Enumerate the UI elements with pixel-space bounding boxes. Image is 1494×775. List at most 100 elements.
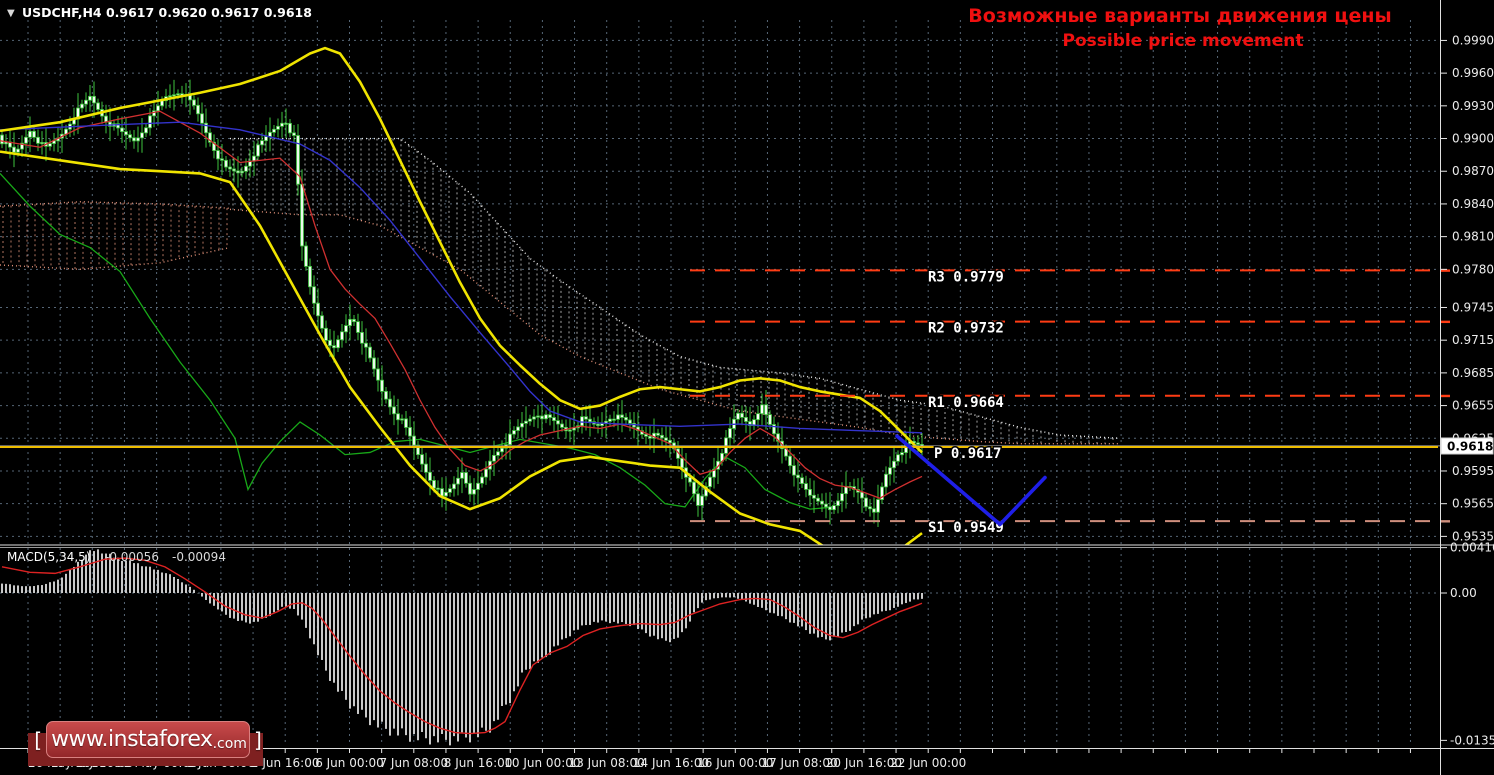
- candle-body: [520, 422, 524, 428]
- candle-body: [508, 433, 512, 446]
- pane-borders: [0, 0, 1494, 775]
- watermark-tld: .com: [212, 736, 247, 752]
- scale-mark-r1: [1441, 394, 1450, 398]
- candle-body: [256, 144, 260, 157]
- candle-body: [916, 442, 920, 445]
- candle-body: [616, 414, 620, 420]
- candle-body: [40, 142, 44, 145]
- candle-body: [400, 418, 404, 421]
- candle-body: [92, 95, 96, 104]
- candle-body: [696, 493, 700, 506]
- candle-body: [144, 127, 148, 134]
- candle-body: [172, 94, 176, 97]
- instaforex-watermark[interactable]: [ www.instaforex .com ]: [28, 721, 268, 771]
- candle-body: [484, 468, 488, 478]
- candle-body: [516, 426, 520, 431]
- candle-body: [408, 427, 412, 437]
- candle-body: [124, 131, 128, 136]
- pivot-label-r3: R3 0.9779: [928, 269, 1004, 285]
- candle-body: [628, 419, 632, 424]
- candle-body: [308, 265, 312, 288]
- price-tick-label: 0.9870: [1452, 164, 1494, 178]
- watermark-bracket-right: ]: [253, 727, 262, 752]
- candle-body: [816, 497, 820, 502]
- watermark-bracket-left: [: [34, 727, 43, 752]
- candle-body: [364, 342, 368, 348]
- watermark-domain: www.instaforex: [51, 727, 213, 752]
- candle-body: [344, 325, 348, 333]
- candle-body: [368, 346, 372, 359]
- time-axis-label: 22 Jun 00:00: [890, 756, 966, 770]
- candle-body: [668, 439, 672, 444]
- candlesticks: [0, 79, 924, 528]
- candle-body: [808, 489, 812, 496]
- candle-body: [512, 430, 516, 435]
- candle-body: [544, 414, 548, 420]
- candle-body: [656, 432, 660, 436]
- candle-body: [32, 130, 36, 138]
- macd-value-1: -0.00056: [105, 550, 159, 564]
- candle-body: [788, 455, 792, 467]
- candle-body: [380, 379, 384, 392]
- mt4-chart-window: R3 0.9779 R2 0.9732 R1 0.9664 P 0.9617 S1 0.…: [0, 0, 1494, 775]
- time-axis-label: 8 Jun 16:00: [444, 756, 513, 770]
- candle-body: [240, 170, 244, 174]
- candle-body: [200, 113, 204, 124]
- price-tick-label: 0.9595: [1452, 464, 1494, 478]
- price-tick-label: 0.9990: [1452, 33, 1494, 47]
- candle-body: [48, 143, 52, 147]
- macd-value-2: -0.00094: [172, 550, 226, 564]
- price-tick-label: 0.9930: [1452, 99, 1494, 113]
- macd-pane: [1, 549, 923, 746]
- candle-body: [836, 500, 840, 506]
- candle-body: [528, 418, 532, 422]
- candle-body: [540, 415, 544, 420]
- candle-body: [440, 488, 444, 497]
- pivot-levels: R3 0.9779 R2 0.9732 R1 0.9664 P 0.9617 S1 0.…: [0, 268, 1450, 538]
- candle-body: [472, 489, 476, 495]
- candle-body: [756, 413, 760, 421]
- candle-body: [136, 137, 140, 142]
- candle-body: [392, 406, 396, 415]
- candle-body: [128, 134, 132, 139]
- grid: [0, 20, 1440, 746]
- candle-body: [216, 150, 220, 160]
- candle-body: [744, 417, 748, 422]
- annotation-en: Possible price movement: [1062, 31, 1303, 51]
- candle-body: [736, 412, 740, 420]
- candle-body: [412, 435, 416, 446]
- candle-body: [760, 404, 764, 415]
- candle-body: [168, 95, 172, 98]
- candle-body: [608, 418, 612, 422]
- candle-body: [480, 476, 484, 484]
- price-tick-label: 0.9960: [1452, 66, 1494, 80]
- candle-body: [316, 302, 320, 317]
- candle-body: [224, 159, 228, 168]
- candle-body: [424, 463, 428, 473]
- symbol-dropdown-icon[interactable]: ▼: [7, 8, 15, 19]
- candle-body: [384, 391, 388, 400]
- candle-body: [396, 413, 400, 421]
- candle-body: [320, 315, 324, 329]
- candle-body: [372, 357, 376, 370]
- candle-body: [288, 122, 292, 134]
- candle-body: [388, 398, 392, 408]
- candle-body: [360, 332, 364, 344]
- price-tick-label: 0.9840: [1452, 197, 1494, 211]
- candle-body: [456, 477, 460, 485]
- pivot-label-s1: S1 0.9549: [928, 520, 1004, 536]
- price-tick-label: 0.9900: [1452, 132, 1494, 146]
- candle-body: [448, 488, 452, 493]
- candle-body: [276, 125, 280, 130]
- candle-body: [864, 497, 868, 508]
- candle-body: [84, 99, 88, 105]
- scale-mark-s1: [1441, 520, 1450, 523]
- candle-body: [624, 417, 628, 421]
- candle-body: [828, 506, 832, 511]
- candle-body: [892, 460, 896, 469]
- candle-body: [132, 137, 136, 142]
- candle-body: [740, 412, 744, 418]
- candle-body: [560, 423, 564, 428]
- candle-body: [0, 134, 4, 145]
- macd-tick-label: 0.00416: [1450, 541, 1494, 555]
